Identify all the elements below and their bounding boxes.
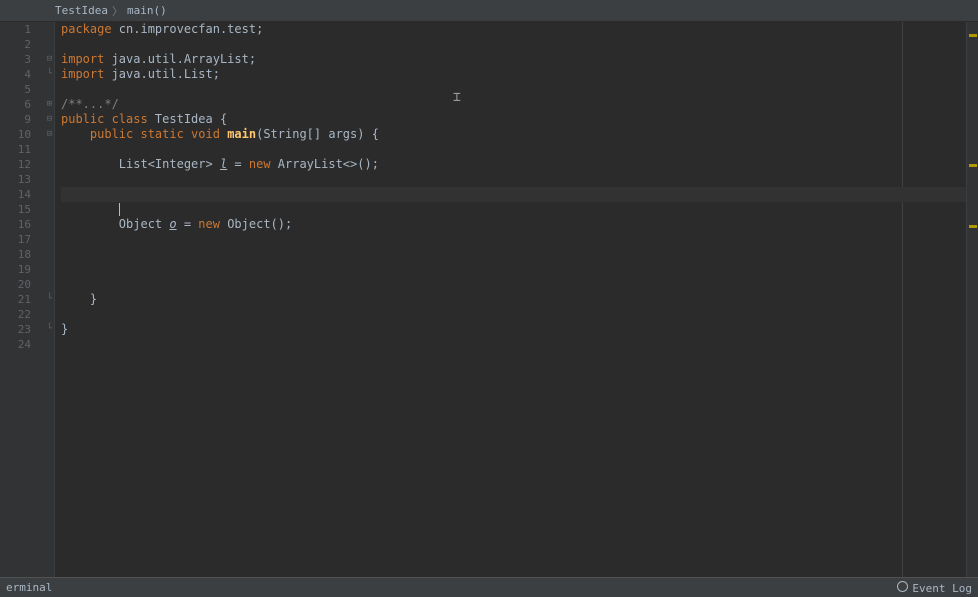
code-line[interactable] — [61, 82, 966, 97]
fold-none — [45, 202, 54, 217]
fold-open-icon[interactable]: ⊟ — [45, 127, 54, 142]
code-line[interactable]: Object o = new Object(); — [61, 217, 966, 232]
fold-none — [45, 142, 54, 157]
fold-none — [45, 247, 54, 262]
fold-none — [45, 217, 54, 232]
fold-none — [45, 232, 54, 247]
code-line[interactable]: import java.util.List; — [61, 67, 966, 82]
code-line[interactable] — [61, 142, 966, 157]
line-number[interactable]: 14 — [0, 187, 31, 202]
breadcrumb-bar[interactable]: TestIdea 〉 main() — [0, 0, 978, 22]
line-number-gutter[interactable]: 1 2 3 4 5 6 9 10 11 12 13 14 15 16 17 18… — [0, 22, 45, 577]
fold-none — [45, 37, 54, 52]
warning-marker[interactable] — [969, 225, 977, 228]
code-line[interactable]: public class TestIdea { — [61, 112, 966, 127]
fold-none — [45, 157, 54, 172]
fold-open-icon[interactable]: ⊟ — [45, 52, 54, 67]
code-line[interactable] — [61, 307, 966, 322]
line-number[interactable]: 1 — [0, 22, 31, 37]
line-number[interactable]: 4 — [0, 67, 31, 82]
event-log-button[interactable]: Event Log — [897, 581, 972, 595]
line-number[interactable]: 20 — [0, 277, 31, 292]
code-line[interactable] — [61, 37, 966, 52]
error-stripe-rail[interactable] — [966, 22, 978, 577]
fold-open-icon[interactable]: ⊟ — [45, 112, 54, 127]
fold-none — [45, 187, 54, 202]
fold-none — [45, 82, 54, 97]
line-number[interactable]: 22 — [0, 307, 31, 322]
breadcrumb-separator-icon: 〉 — [112, 3, 123, 19]
fold-none — [45, 337, 54, 352]
line-number[interactable]: 13 — [0, 172, 31, 187]
status-bar: erminal Event Log — [0, 577, 978, 597]
text-caret — [119, 203, 120, 216]
code-line[interactable]: } — [61, 322, 966, 337]
folding-gutter[interactable]: ⊟ └ ⊞ ⊟ ⊟ └ └ — [45, 22, 55, 577]
code-line[interactable] — [61, 172, 966, 187]
line-number[interactable]: 11 — [0, 142, 31, 157]
breadcrumb-class[interactable]: TestIdea — [55, 4, 108, 17]
fold-none — [45, 307, 54, 322]
editor-container: 1 2 3 4 5 6 9 10 11 12 13 14 15 16 17 18… — [0, 22, 978, 577]
fold-close-icon[interactable]: └ — [45, 292, 54, 307]
code-line[interactable] — [61, 337, 966, 352]
line-number[interactable]: 6 — [0, 97, 31, 112]
fold-none — [45, 262, 54, 277]
line-number[interactable]: 24 — [0, 337, 31, 352]
line-number[interactable]: 16 — [0, 217, 31, 232]
code-line[interactable]: public static void main(String[] args) { — [61, 127, 966, 142]
line-number[interactable]: 12 — [0, 157, 31, 172]
editor-body: 1 2 3 4 5 6 9 10 11 12 13 14 15 16 17 18… — [0, 22, 978, 577]
fold-none — [45, 22, 54, 37]
line-number[interactable]: 21 — [0, 292, 31, 307]
code-line[interactable]: /**...*/ — [61, 97, 966, 112]
code-line[interactable]: import java.util.ArrayList; — [61, 52, 966, 67]
line-number[interactable]: 9 — [0, 112, 31, 127]
warning-marker[interactable] — [969, 34, 977, 37]
line-number[interactable]: 10 — [0, 127, 31, 142]
current-line-highlight — [61, 187, 966, 202]
code-editor[interactable]: ⌶ package cn.improvecfan.test; import ja… — [55, 22, 966, 577]
event-log-icon — [897, 581, 908, 592]
line-number[interactable]: 3 — [0, 52, 31, 67]
code-line[interactable] — [61, 262, 966, 277]
line-number[interactable]: 23 — [0, 322, 31, 337]
terminal-tool-button[interactable]: erminal — [6, 581, 52, 594]
line-number[interactable]: 5 — [0, 82, 31, 97]
code-line[interactable]: List<Integer> l = new ArrayList<>(); — [61, 157, 966, 172]
line-number[interactable]: 17 — [0, 232, 31, 247]
fold-close-icon[interactable]: └ — [45, 67, 54, 82]
fold-collapsed-icon[interactable]: ⊞ — [45, 97, 54, 112]
code-line[interactable]: } — [61, 292, 966, 307]
code-line[interactable] — [61, 247, 966, 262]
code-line[interactable]: package cn.improvecfan.test; — [61, 22, 966, 37]
line-number[interactable]: 19 — [0, 262, 31, 277]
line-number[interactable]: 18 — [0, 247, 31, 262]
code-line-current[interactable] — [61, 187, 966, 202]
line-number[interactable]: 2 — [0, 37, 31, 52]
code-line[interactable] — [61, 277, 966, 292]
fold-close-icon[interactable]: └ — [45, 322, 54, 337]
breadcrumb-method[interactable]: main() — [127, 4, 167, 17]
line-number[interactable]: 15 — [0, 202, 31, 217]
code-line[interactable] — [61, 202, 966, 217]
warning-marker[interactable] — [969, 164, 977, 167]
fold-none — [45, 172, 54, 187]
fold-none — [45, 277, 54, 292]
code-line[interactable] — [61, 232, 966, 247]
